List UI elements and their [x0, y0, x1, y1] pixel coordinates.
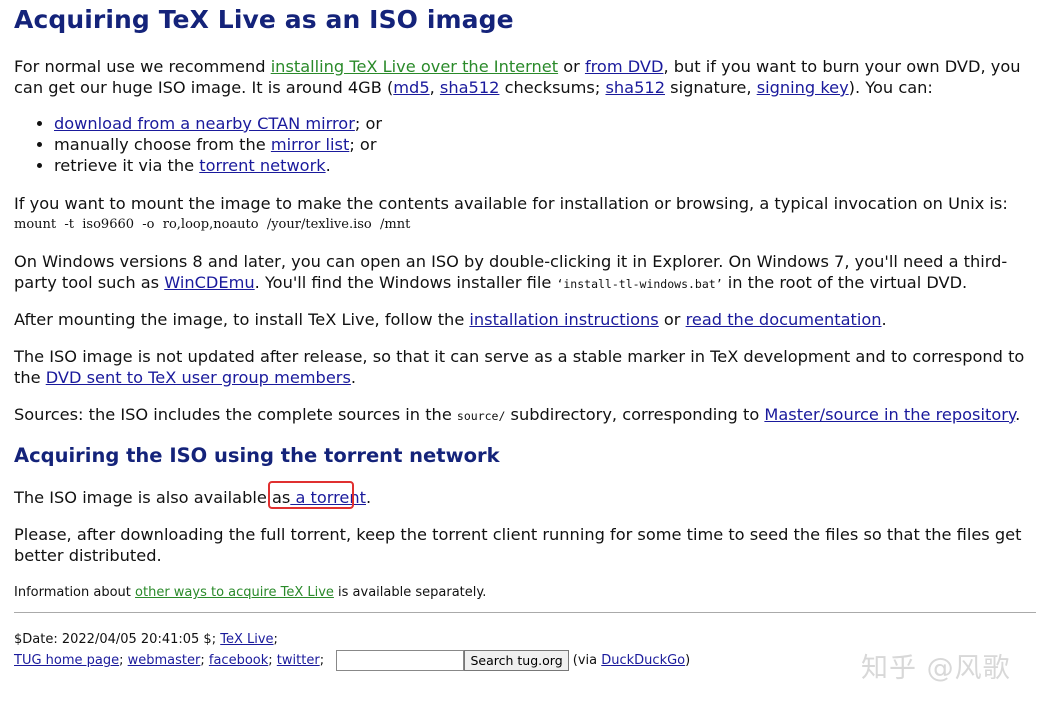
footer-divider — [14, 612, 1036, 613]
from-dvd-link[interactable]: from DVD — [585, 57, 664, 76]
torrent-text: . — [366, 488, 372, 507]
info-text: is available separately. — [333, 585, 487, 600]
after-text: After mounting the image, to install TeX… — [14, 310, 470, 329]
sources-text: Sources: the ISO includes the complete s… — [14, 405, 457, 424]
other-ways-link[interactable]: other ways to acquire TeX Live — [135, 585, 334, 600]
torrent-heading: Acquiring the ISO using the torrent netw… — [14, 444, 500, 467]
intro-text: or — [558, 57, 585, 76]
via-text: (via — [568, 653, 602, 668]
facebook-link[interactable]: facebook — [209, 653, 268, 668]
info-paragraph: Information about other ways to acquire … — [14, 584, 1036, 601]
list-text: retrieve it via the — [54, 156, 200, 175]
seed-paragraph: Please, after downloading the full torre… — [14, 525, 1022, 565]
texlive-link[interactable]: TeX Live — [220, 632, 273, 647]
mount-command: mount -t iso9660 -o ro,loop,noauto /your… — [14, 217, 411, 232]
intro-text: ). You can: — [848, 78, 933, 97]
not-updated-text: . — [350, 368, 357, 387]
list-item: manually choose from the mirror list; or — [54, 134, 382, 155]
list-text: . — [325, 156, 331, 175]
duckduckgo-link[interactable]: DuckDuckGo — [601, 653, 685, 668]
intro-paragraph: For normal use we recommend installing T… — [14, 56, 1036, 98]
intro-text: For normal use we recommend — [14, 57, 271, 76]
footer-sep: ; — [319, 653, 325, 668]
sources-paragraph: Sources: the ISO includes the complete s… — [14, 404, 1036, 427]
footer-sep: ; — [200, 653, 209, 668]
sha512-signature-link[interactable]: sha512 — [605, 78, 665, 97]
windows-paragraph: On Windows versions 8 and later, you can… — [14, 251, 1036, 295]
after-mount-paragraph: After mounting the image, to install TeX… — [14, 309, 1036, 330]
search-input[interactable] — [336, 650, 465, 671]
windows-text: . You'll find the Windows installer file — [254, 273, 557, 292]
install-internet-link[interactable]: installing TeX Live over the Internet — [271, 57, 558, 76]
sources-text: subdirectory, corresponding to — [505, 405, 765, 424]
sha512-checksum-link[interactable]: sha512 — [440, 78, 500, 97]
twitter-link[interactable]: twitter — [277, 653, 320, 668]
after-text: . — [881, 310, 887, 329]
dvd-members-link[interactable]: DVD sent to TeX user group members — [46, 368, 351, 387]
windows-text: in the root of the virtual DVD. — [722, 273, 968, 292]
installer-filename: ‘install-tl-windows.bat’ — [556, 277, 723, 291]
webmaster-link[interactable]: webmaster — [128, 653, 201, 668]
intro-text: signature, — [665, 78, 757, 97]
list-text: manually choose from the — [54, 135, 271, 154]
ctan-mirror-link[interactable]: download from a nearby CTAN mirror — [54, 114, 355, 133]
installation-instructions-link[interactable]: installation instructions — [469, 310, 658, 329]
source-dir: source/ — [456, 409, 506, 423]
intro-text: , — [429, 78, 440, 97]
date-text: $Date: 2022/04/05 20:41:05 $; — [14, 632, 221, 647]
info-text: Information about — [14, 585, 136, 600]
footer-sep: ; — [273, 632, 278, 647]
repository-source-link[interactable]: Master/source in the repository — [764, 405, 1015, 424]
page-title: Acquiring TeX Live as an ISO image — [14, 5, 514, 34]
signing-key-link[interactable]: signing key — [757, 78, 849, 97]
torrent-link-highlight — [268, 481, 354, 509]
list-text: ; or — [349, 135, 377, 154]
torrent-text: The ISO image is also available as — [14, 488, 291, 507]
footer-sep: ; — [119, 653, 128, 668]
torrent-network-link[interactable]: torrent network — [199, 156, 325, 175]
list-text: ; or — [354, 114, 383, 133]
sources-text: . — [1015, 405, 1021, 424]
torrent-paragraph: The ISO image is also available as a tor… — [14, 487, 1036, 508]
watermark: 知乎 @风歌 — [861, 653, 1011, 684]
intro-text: checksums; — [499, 78, 606, 97]
download-options-list: download from a nearby CTAN mirror; or m… — [14, 113, 382, 176]
after-text: or — [658, 310, 686, 329]
md5-link[interactable]: md5 — [393, 78, 429, 97]
list-item: download from a nearby CTAN mirror; or — [54, 113, 382, 134]
list-item: retrieve it via the torrent network. — [54, 155, 382, 176]
tug-home-link[interactable]: TUG home page — [14, 653, 119, 668]
wincdemu-link[interactable]: WinCDEmu — [164, 273, 254, 292]
read-documentation-link[interactable]: read the documentation — [686, 310, 882, 329]
search-button[interactable]: Search tug.org — [464, 650, 569, 671]
mirror-list-link[interactable]: mirror list — [271, 135, 349, 154]
footer-sep: ; — [268, 653, 277, 668]
not-updated-paragraph: The ISO image is not updated after relea… — [14, 346, 1036, 388]
via-text: ) — [685, 653, 691, 668]
mount-paragraph: If you want to mount the image to make t… — [14, 194, 1008, 213]
